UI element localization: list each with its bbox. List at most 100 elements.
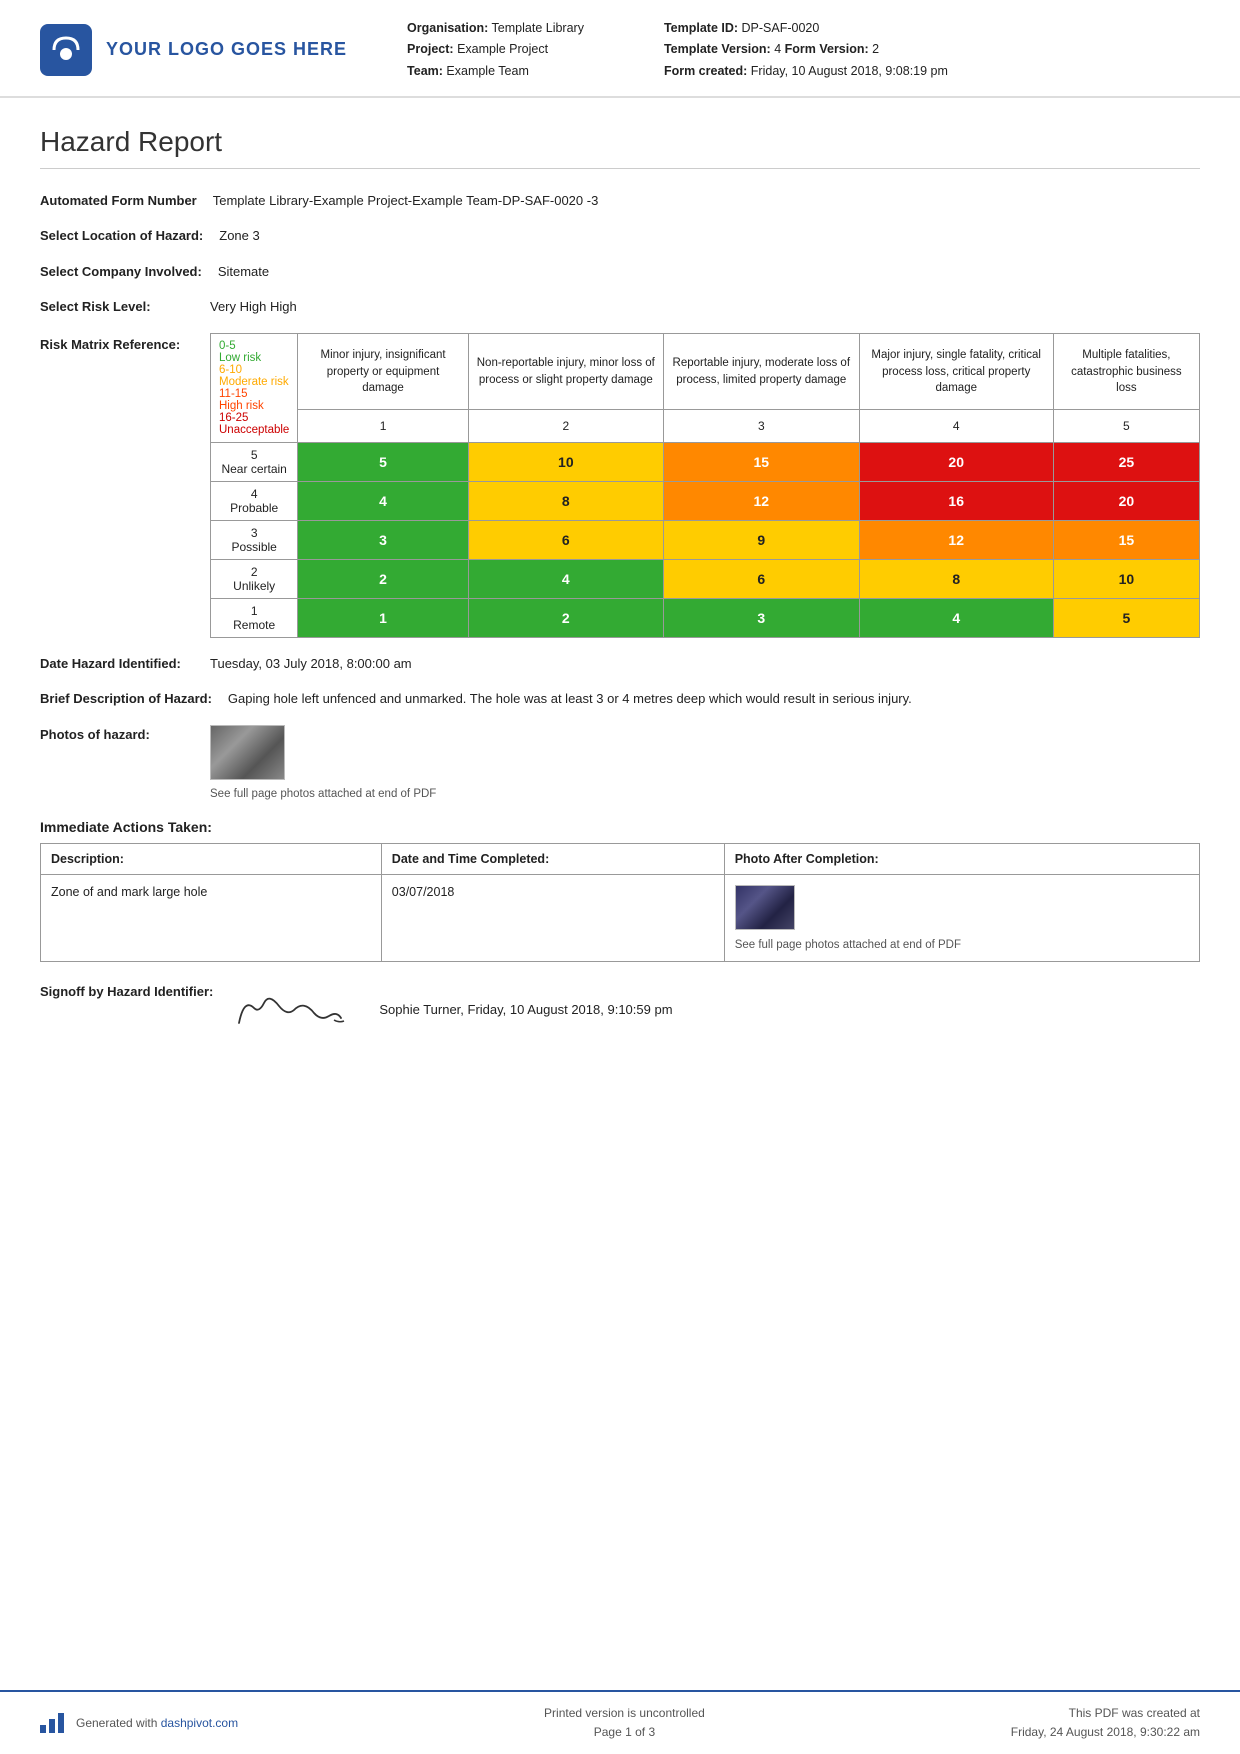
col-num-4: 4: [859, 410, 1053, 442]
risk-level-value: Very High High: [210, 297, 1200, 317]
col-header-2: Non-reportable injury, minor loss of pro…: [468, 333, 663, 410]
action-photo-thumb: [735, 885, 795, 930]
cell-2-3: 6: [663, 559, 859, 598]
cell-3-5: 15: [1053, 520, 1199, 559]
team-label: Team:: [407, 64, 443, 78]
org-label: Organisation:: [407, 21, 488, 35]
logo-text: YOUR LOGO GOES HERE: [106, 39, 347, 60]
cell-2-5: 10: [1053, 559, 1199, 598]
cell-1-4: 4: [859, 598, 1053, 637]
actions-data-row: Zone of and mark large hole 03/07/2018 S…: [41, 875, 1200, 962]
form-number-value: Template Library-Example Project-Example…: [213, 191, 1200, 211]
matrix-header-row: 0-5Low risk 6-10Moderate risk 11-15High …: [211, 333, 1200, 410]
actions-photo: See full page photos attached at end of …: [724, 875, 1199, 962]
risk-level-row: Select Risk Level: Very High High: [40, 297, 1200, 317]
footer-right: This PDF was created at Friday, 24 Augus…: [1011, 1704, 1200, 1742]
team-value: Example Team: [446, 64, 528, 78]
footer-center-line2: Page 1 of 3: [298, 1723, 951, 1742]
header: YOUR LOGO GOES HERE Organisation: Templa…: [0, 0, 1240, 98]
cell-1-1: 1: [298, 598, 468, 637]
logo-area: YOUR LOGO GOES HERE: [40, 24, 347, 76]
col-header-5: Multiple fatalities, catastrophic busine…: [1053, 333, 1199, 410]
photos-label: Photos of hazard:: [40, 725, 210, 803]
footer-logo: Generated with dashpivot.com: [40, 1713, 238, 1733]
signoff-value: Sophie Turner, Friday, 10 August 2018, 9…: [229, 982, 1200, 1037]
form-version-value: 2: [872, 42, 879, 56]
signature-image: [229, 982, 349, 1037]
date-hazard-value: Tuesday, 03 July 2018, 8:00:00 am: [210, 654, 1200, 674]
risk-matrix-table: 0-5Low risk 6-10Moderate risk 11-15High …: [210, 333, 1200, 638]
logo-icon: [40, 24, 92, 76]
immediate-actions-title: Immediate Actions Taken:: [40, 819, 1200, 835]
photos-row: Photos of hazard: See full page photos a…: [40, 725, 1200, 803]
cell-4-2: 8: [468, 481, 663, 520]
col-num-1: 1: [298, 410, 468, 442]
footer-right-line2: Friday, 24 August 2018, 9:30:22 am: [1011, 1723, 1200, 1742]
cell-2-1: 2: [298, 559, 468, 598]
matrix-legend: 0-5Low risk 6-10Moderate risk 11-15High …: [211, 333, 298, 442]
col-header-4: Major injury, single fatality, critical …: [859, 333, 1053, 410]
description-label: Brief Description of Hazard:: [40, 689, 228, 709]
bar1: [40, 1725, 46, 1733]
project-value: Example Project: [457, 42, 548, 56]
cell-4-4: 16: [859, 481, 1053, 520]
description-value: Gaping hole left unfenced and unmarked. …: [228, 689, 1200, 709]
row-header-5: 5Near certain: [211, 442, 298, 481]
signoff-text: Sophie Turner, Friday, 10 August 2018, 9…: [379, 1000, 672, 1020]
form-number-row: Automated Form Number Template Library-E…: [40, 191, 1200, 211]
matrix-row-1: 1Remote 1 2 3 4 5: [211, 598, 1200, 637]
signoff-label: Signoff by Hazard Identifier:: [40, 982, 229, 1037]
description-row: Brief Description of Hazard: Gaping hole…: [40, 689, 1200, 709]
cell-5-1: 5: [298, 442, 468, 481]
cell-5-3: 15: [663, 442, 859, 481]
cell-2-2: 4: [468, 559, 663, 598]
company-value: Sitemate: [218, 262, 1200, 282]
cell-1-2: 2: [468, 598, 663, 637]
signoff-row: Signoff by Hazard Identifier: Sophie Tur…: [40, 982, 1200, 1037]
cell-3-1: 3: [298, 520, 468, 559]
actions-col2-header: Date and Time Completed:: [381, 844, 724, 875]
cell-5-4: 20: [859, 442, 1053, 481]
cell-1-3: 3: [663, 598, 859, 637]
cell-4-3: 12: [663, 481, 859, 520]
legend-moderate: 6-10Moderate risk: [219, 364, 289, 388]
template-version-value: 4: [774, 42, 781, 56]
matrix-row-2: 2Unlikely 2 4 6 8 10: [211, 559, 1200, 598]
footer-generated-text: Generated with: [76, 1716, 161, 1730]
col-num-5: 5: [1053, 410, 1199, 442]
location-label: Select Location of Hazard:: [40, 226, 219, 246]
legend-high: 11-15High risk: [219, 388, 289, 412]
bar3: [58, 1713, 64, 1733]
cell-2-4: 8: [859, 559, 1053, 598]
risk-matrix-wrap: 0-5Low risk 6-10Moderate risk 11-15High …: [210, 333, 1200, 638]
footer-dashpivot-link[interactable]: dashpivot.com: [161, 1716, 238, 1730]
template-id-value: DP-SAF-0020: [742, 21, 820, 35]
footer: Generated with dashpivot.com Printed ver…: [0, 1690, 1240, 1754]
form-version-label: Form Version:: [785, 42, 869, 56]
company-label: Select Company Involved:: [40, 262, 218, 282]
row-header-3: 3Possible: [211, 520, 298, 559]
hazard-photo-thumb: [210, 725, 285, 780]
risk-level-label: Select Risk Level:: [40, 297, 210, 317]
page: YOUR LOGO GOES HERE Organisation: Templa…: [0, 0, 1240, 1754]
col-header-3: Reportable injury, moderate loss of proc…: [663, 333, 859, 410]
cell-3-3: 9: [663, 520, 859, 559]
report-title: Hazard Report: [40, 126, 1200, 169]
matrix-row-4: 4Probable 4 8 12 16 20: [211, 481, 1200, 520]
actions-header-row: Description: Date and Time Completed: Ph…: [41, 844, 1200, 875]
cell-5-2: 10: [468, 442, 663, 481]
matrix-row-5: 5Near certain 5 10 15 20 25: [211, 442, 1200, 481]
footer-center-line1: Printed version is uncontrolled: [298, 1704, 951, 1723]
footer-generated: Generated with dashpivot.com: [76, 1716, 238, 1730]
content: Hazard Report Automated Form Number Temp…: [0, 98, 1240, 1690]
matrix-row-3: 3Possible 3 6 9 12 15: [211, 520, 1200, 559]
date-hazard-label: Date Hazard Identified:: [40, 654, 210, 674]
photos-value: See full page photos attached at end of …: [210, 725, 1200, 803]
col-num-3: 3: [663, 410, 859, 442]
signature-area: Sophie Turner, Friday, 10 August 2018, 9…: [229, 982, 1200, 1037]
actions-desc: Zone of and mark large hole: [41, 875, 382, 962]
cell-1-5: 5: [1053, 598, 1199, 637]
actions-table: Description: Date and Time Completed: Ph…: [40, 843, 1200, 962]
legend-unacceptable: 16-25Unacceptable: [219, 412, 289, 436]
cell-3-2: 6: [468, 520, 663, 559]
